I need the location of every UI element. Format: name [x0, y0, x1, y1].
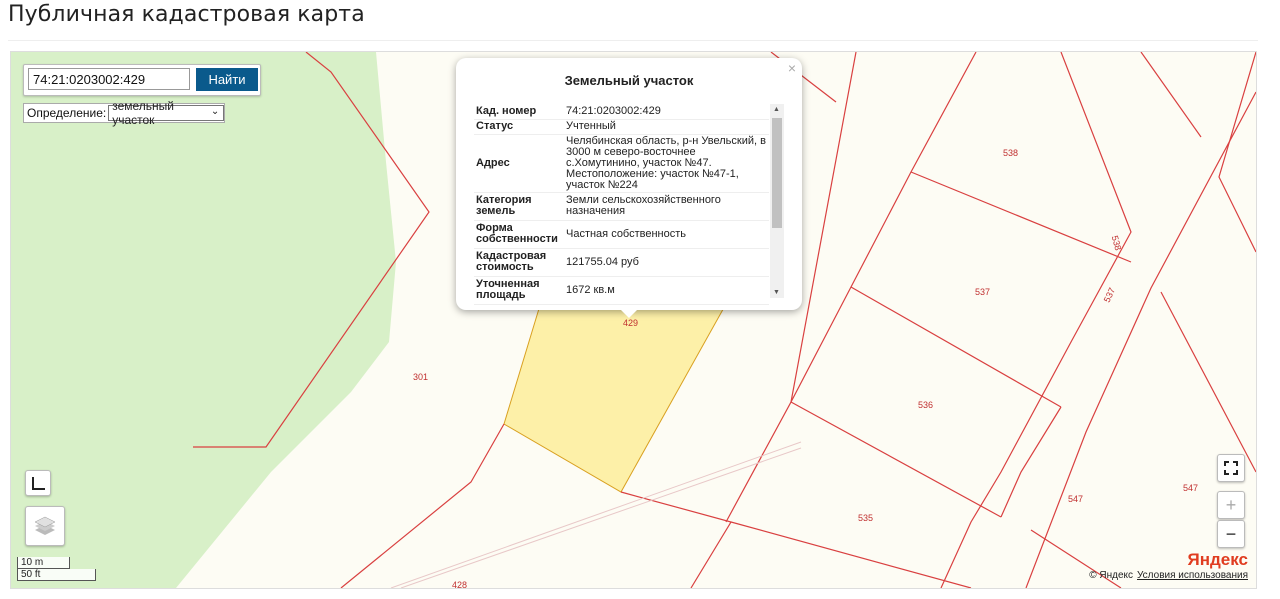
map-canvas[interactable]: 301 429 428 538 538 537 537 536 535 547 … — [10, 51, 1257, 589]
search-panel: Найти — [23, 64, 261, 96]
chevron-down-icon: ⌄ — [210, 106, 220, 117]
row-value: 121755.04 руб — [564, 248, 769, 277]
zoom-in-button[interactable]: + — [1217, 491, 1245, 519]
row-key: Форма собственности — [474, 220, 564, 249]
ruler-button[interactable] — [25, 470, 51, 496]
divider — [8, 40, 1258, 41]
parcel-label: 537 — [975, 287, 991, 297]
row-value: Земли сельскохозяйственного назначения — [564, 192, 769, 221]
info-table: Кад. номер 74:21:0203002:429 Статус Учте… — [474, 104, 769, 305]
parcel-boundary — [850, 286, 1062, 408]
parcel-boundary — [910, 171, 1132, 263]
definition-select[interactable]: земельный участок ⌄ — [108, 99, 225, 127]
parcel-label: 428 — [452, 580, 468, 589]
fullscreen-button[interactable] — [1217, 454, 1245, 482]
zoom-out-button[interactable]: − — [1217, 520, 1245, 548]
popup-scrollbar[interactable]: ▲ ▼ — [770, 104, 784, 298]
parcel-boundary — [790, 401, 1002, 518]
row-key: Уточненная площадь — [474, 276, 564, 305]
table-row: Статус Учтенный — [474, 119, 769, 135]
page-title: Публичная кадастровая карта — [8, 2, 365, 27]
parcel-boundary — [940, 52, 1132, 588]
scroll-down-icon[interactable]: ▼ — [773, 289, 780, 296]
search-input[interactable] — [28, 68, 190, 90]
scale-feet: 50 ft — [17, 569, 96, 581]
row-key: Статус — [474, 119, 564, 135]
table-row: Категория земель Земли сельскохозяйствен… — [474, 192, 769, 221]
parcel-label: 547 — [1068, 494, 1084, 504]
row-key: Кадастровая стоимость — [474, 248, 564, 277]
copyright-text: © Яндекс — [1089, 570, 1133, 581]
row-value: Челябинская область, р-н Увельский, в 30… — [564, 134, 769, 193]
ruler-icon — [31, 476, 45, 490]
parcel-info-popup: × Земельный участок Кад. номер 74:21:020… — [456, 58, 802, 318]
parcel-label: 538 — [1003, 148, 1019, 158]
parcel-boundary — [1160, 291, 1256, 473]
parcel-boundary — [730, 521, 972, 588]
copyright: © Яндекс Условия использования — [1089, 570, 1248, 581]
yandex-logo: Яндекс — [1187, 550, 1248, 569]
parcel-boundary — [790, 52, 977, 403]
parcel-boundary — [1218, 52, 1256, 253]
row-value: 1672 кв.м — [564, 276, 769, 305]
definition-selected: земельный участок — [112, 99, 174, 127]
parcel-label: 301 — [413, 372, 429, 382]
popup-pointer — [621, 310, 637, 318]
forest-area — [11, 52, 396, 588]
row-key: Адрес — [474, 134, 564, 193]
parcel-boundary — [340, 423, 505, 588]
row-key: Кад. номер — [474, 104, 564, 120]
search-button[interactable]: Найти — [196, 68, 258, 91]
row-key: Категория земель — [474, 192, 564, 221]
terms-link[interactable]: Условия использования — [1137, 570, 1248, 581]
parcel-label: 547 — [1183, 483, 1199, 493]
parcel-label: 535 — [858, 513, 874, 523]
table-row: Форма собственности Частная собственност… — [474, 220, 769, 249]
layers-button[interactable] — [25, 506, 65, 546]
parcel-boundary — [1000, 406, 1062, 518]
scale-meters: 10 m — [17, 557, 70, 569]
scroll-thumb[interactable] — [772, 118, 782, 228]
row-value: Частная собственность — [564, 220, 769, 249]
table-row: Кад. номер 74:21:0203002:429 — [474, 104, 769, 120]
row-value: 74:21:0203002:429 — [564, 104, 769, 120]
parcel-boundary — [1140, 52, 1202, 138]
table-row: Кадастровая стоимость 121755.04 руб — [474, 248, 769, 277]
selected-parcel[interactable] — [503, 301, 727, 493]
layers-icon — [34, 516, 56, 535]
definition-row: Определение: земельный участок ⌄ — [23, 99, 226, 127]
table-row: Уточненная площадь 1672 кв.м — [474, 276, 769, 305]
popup-title: Земельный участок — [564, 73, 694, 88]
fullscreen-icon — [1224, 461, 1238, 475]
parcel-label: 429 — [623, 318, 639, 328]
definition-label: Определение: — [27, 106, 107, 120]
parcel-label: 536 — [918, 400, 934, 410]
parcel-boundary — [620, 491, 732, 588]
scroll-up-icon[interactable]: ▲ — [773, 106, 780, 113]
table-row: Адрес Челябинская область, р-н Увельский… — [474, 134, 769, 193]
row-value: Учтенный — [564, 119, 769, 135]
